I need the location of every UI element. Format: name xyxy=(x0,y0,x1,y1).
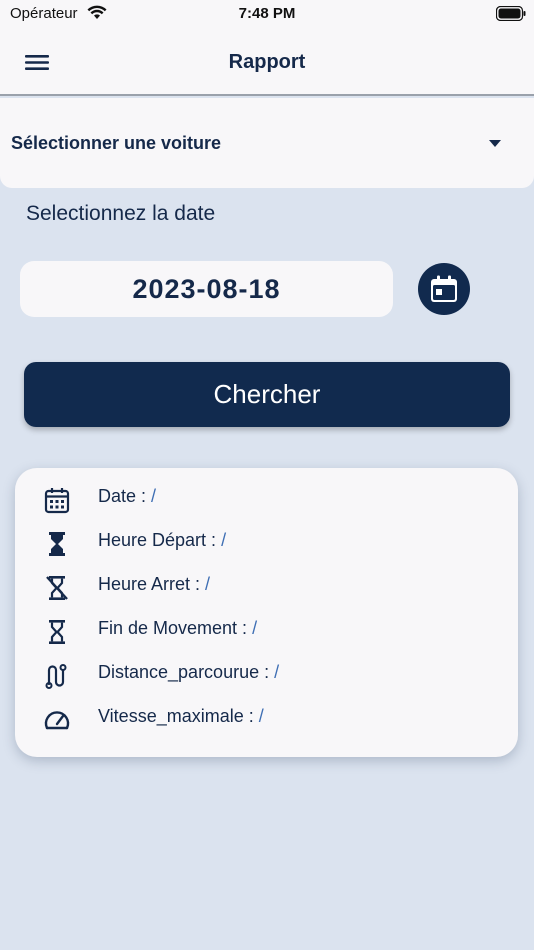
report-screen: Opérateur 7:48 PM Rapport Sélectionner u… xyxy=(0,0,534,950)
status-bar: Opérateur 7:48 PM xyxy=(0,0,534,28)
info-label-max-speed: Vitesse_maximale : xyxy=(98,706,259,726)
info-label-departure-time: Heure Départ : xyxy=(98,530,222,550)
info-value-stop-time: / xyxy=(205,574,211,594)
caret-down-icon xyxy=(489,140,501,147)
info-value-max-speed: / xyxy=(258,706,264,726)
date-prompt: Selectionnez la date xyxy=(26,202,216,225)
info-label-date: Date : xyxy=(98,486,152,506)
route-icon xyxy=(45,664,67,689)
info-row-distance: Distance_parcourue : / xyxy=(15,660,518,692)
info-row-end-of-movement: Fin de Movement : / xyxy=(15,616,518,648)
hourglass-full-icon xyxy=(49,532,65,556)
date-field[interactable]: 2023-08-18 xyxy=(20,261,393,317)
report-info-card: Date : / Heure Départ : / Heure Arret : … xyxy=(15,468,518,757)
hourglass-disabled-icon xyxy=(46,576,68,600)
hourglass-empty-icon xyxy=(49,620,65,644)
info-value-end-of-movement: / xyxy=(252,618,258,638)
info-row-departure-time: Heure Départ : / xyxy=(15,528,518,560)
info-row-date: Date : / xyxy=(15,484,518,516)
nav-bar: Rapport xyxy=(0,28,534,96)
info-row-max-speed: Vitesse_maximale : / xyxy=(15,704,518,736)
info-label-end-of-movement: Fin de Movement : xyxy=(98,618,253,638)
info-value-date: / xyxy=(151,486,157,506)
info-value-departure-time: / xyxy=(221,530,227,550)
clock-label: 7:48 PM xyxy=(238,5,296,22)
battery-icon xyxy=(495,5,526,25)
info-row-stop-time: Heure Arret : / xyxy=(15,572,518,604)
search-button[interactable]: Chercher xyxy=(24,362,510,427)
car-select-label: Sélectionner une voiture xyxy=(11,133,222,153)
speedometer-icon xyxy=(44,711,70,730)
info-value-distance: / xyxy=(274,662,280,682)
info-label-stop-time: Heure Arret : xyxy=(98,574,206,594)
car-select-dropdown[interactable]: Sélectionner une voiture xyxy=(0,98,534,188)
page-title: Rapport xyxy=(228,51,306,73)
info-label-distance: Distance_parcourue : xyxy=(98,662,275,682)
calendar-icon xyxy=(44,488,70,514)
calendar-icon xyxy=(431,275,457,302)
calendar-button[interactable] xyxy=(418,263,470,315)
